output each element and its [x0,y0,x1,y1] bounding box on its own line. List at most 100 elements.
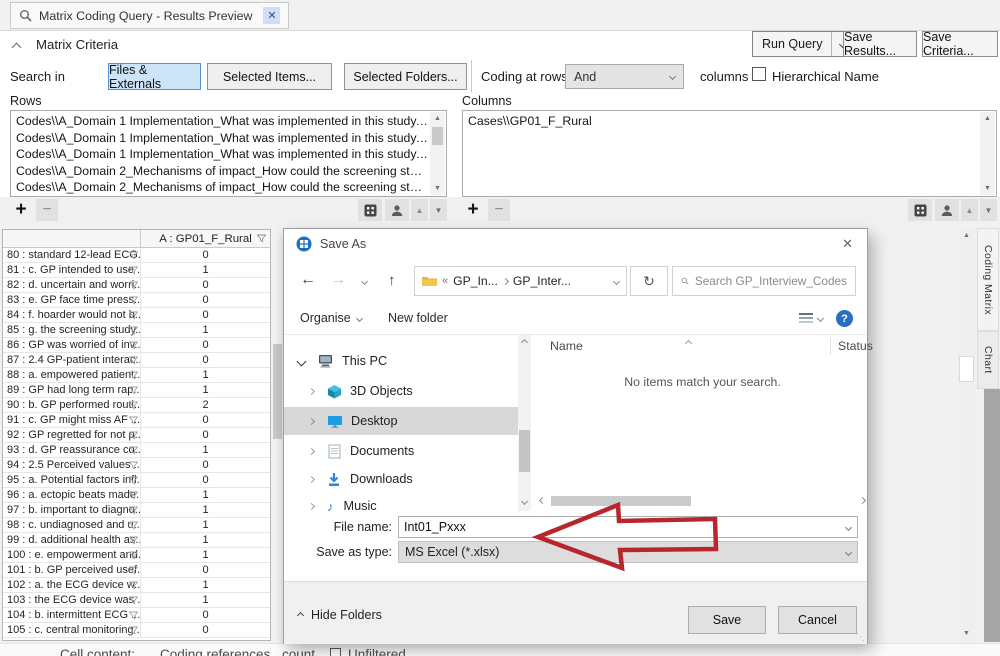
row-value[interactable]: 0 [141,428,270,442]
filter-icon[interactable] [129,551,138,560]
save-criteria-button[interactable]: Save Criteria... [922,31,998,57]
filter-icon[interactable] [129,626,138,635]
table-row[interactable]: 105 : c. central monitoring ... 0 [3,623,270,638]
breadcrumb[interactable]: GP_In... [453,274,498,288]
filter-icon[interactable] [129,491,138,500]
breadcrumb-overflow[interactable]: « [442,275,448,287]
operator-select[interactable]: And [565,64,684,89]
selected-items-button[interactable]: Selected Items... [207,63,332,90]
scrollbar-thumb[interactable] [432,127,443,145]
table-row[interactable]: 103 : the ECG device was ... 1 [3,593,270,608]
rows-select-items-button[interactable] [358,199,382,221]
table-row[interactable]: 102 : a. the ECG device w... 1 [3,578,270,593]
count-label[interactable]: count [282,647,315,656]
chevron-expanded-icon[interactable] [297,356,307,366]
collapse-matrix-criteria-icon[interactable] [12,43,22,53]
table-row[interactable]: 88 : a. empowered patient... 1 [3,368,270,383]
columns-move-up-button[interactable]: ▲ [961,199,978,221]
filter-icon[interactable] [129,611,138,620]
chevron-collapsed-icon[interactable] [308,447,315,454]
organise-button[interactable]: Organise [300,311,362,325]
rows-listbox[interactable]: Codes\\A_Domain 1 Implementation_What wa… [10,110,447,197]
filter-icon[interactable] [129,596,138,605]
row-value[interactable]: 0 [141,563,270,577]
scrollbar-thumb[interactable] [959,356,974,382]
row-value[interactable]: 0 [141,458,270,472]
scroll-down-icon[interactable]: ▼ [430,182,445,195]
rows-move-up-button[interactable]: ▲ [411,199,428,221]
row-value[interactable]: 1 [141,263,270,277]
save-results-button[interactable]: Save Results... [843,31,917,57]
list-item[interactable]: Codes\\A_Domain 1 Implementation_What wa… [16,146,428,163]
selected-folders-button[interactable]: Selected Folders... [344,63,467,90]
list-item[interactable]: Cases\\GP01_F_Rural [468,113,978,130]
table-row[interactable]: 92 : GP regretted for not p... 0 [3,428,270,443]
scroll-up-icon[interactable]: ▲ [958,228,975,244]
table-row[interactable]: 101 : b. GP perceived usef... 0 [3,563,270,578]
run-query-split-button[interactable]: Run Query [752,31,853,57]
filter-icon[interactable] [129,446,138,455]
tree-item-this-pc[interactable]: This PC [284,347,518,375]
row-value[interactable]: 1 [141,578,270,592]
address-bar[interactable]: « GP_In... GP_Inter... [414,266,627,296]
row-value[interactable]: 2 [141,398,270,412]
tree-scrollbar[interactable] [518,335,531,511]
hide-folders-button[interactable]: Hide Folders [298,608,382,622]
list-item[interactable]: Codes\\A_Domain 2_Mechanisms of impact_H… [16,179,428,196]
filter-icon[interactable] [129,581,138,590]
columns-listbox[interactable]: Cases\\GP01_F_Rural ▲ ▼ [462,110,997,197]
column-separator[interactable] [830,337,831,355]
column-header-name[interactable]: Name [550,339,583,353]
scroll-up-icon[interactable]: ▲ [980,112,995,125]
filter-icon[interactable] [129,341,138,350]
tab-matrix-coding-query[interactable]: Matrix Coding Query - Results Preview ✕ [10,2,289,29]
rows-remove-button[interactable]: − [36,199,58,221]
row-value[interactable]: 1 [141,548,270,562]
row-value[interactable]: 1 [141,323,270,337]
chevron-collapsed-icon[interactable] [308,475,315,482]
row-value[interactable]: 1 [141,503,270,517]
scrollbar-thumb[interactable] [273,344,282,439]
table-row[interactable]: 81 : c. GP intended to use ... 1 [3,263,270,278]
breadcrumb[interactable]: GP_Inter... [513,274,571,288]
filter-icon[interactable] [129,521,138,530]
columns-move-down-button[interactable]: ▼ [980,199,997,221]
row-value[interactable]: 1 [141,383,270,397]
filter-icon[interactable] [129,536,138,545]
table-row[interactable]: 104 : b. intermittent ECG ... 0 [3,608,270,623]
recent-locations-icon[interactable] [361,278,368,285]
filter-icon[interactable] [129,296,138,305]
scroll-down-icon[interactable]: ▼ [980,182,995,195]
scroll-down-icon[interactable] [521,498,528,505]
tree-item-documents[interactable]: Documents [284,437,518,465]
tab-coding-matrix[interactable]: Coding Matrix [977,228,999,331]
save-button[interactable]: Save [688,606,766,634]
filter-icon[interactable] [129,476,138,485]
table-row[interactable]: 93 : d. GP reassurance co... 1 [3,443,270,458]
column-header-cell[interactable]: A : GP01_F_Rural [141,230,270,247]
tab-close-icon[interactable]: ✕ [263,7,280,24]
scroll-up-icon[interactable] [521,339,528,346]
row-value[interactable]: 0 [141,248,270,262]
row-value[interactable]: 0 [141,308,270,322]
table-row[interactable]: 98 : c. undiagnosed and u... 1 [3,518,270,533]
scroll-down-icon[interactable]: ▼ [958,627,975,640]
tree-item-music[interactable]: ♪ Music [284,492,518,511]
row-value[interactable]: 1 [141,518,270,532]
table-row[interactable]: 99 : d. additional health as... 1 [3,533,270,548]
filter-icon[interactable] [129,386,138,395]
row-value[interactable]: 0 [141,353,270,367]
row-value[interactable]: 1 [141,593,270,607]
results-vscrollbar[interactable]: ▲ ▼ [958,228,975,642]
columns-add-button[interactable]: + [462,199,484,221]
files-externals-button[interactable]: Files & Externals [108,63,201,90]
cancel-button[interactable]: Cancel [778,606,857,634]
row-value[interactable]: 1 [141,488,270,502]
search-box[interactable]: Search GP_Interview_Codes [672,266,856,296]
columns-select-items-button[interactable] [908,199,932,221]
filter-icon[interactable] [129,401,138,410]
scrollbar-thumb[interactable] [519,430,530,472]
row-value[interactable]: 1 [141,368,270,382]
tab-chart[interactable]: Chart [977,331,999,389]
rows-list-scrollbar[interactable]: ▲ ▼ [430,112,445,195]
